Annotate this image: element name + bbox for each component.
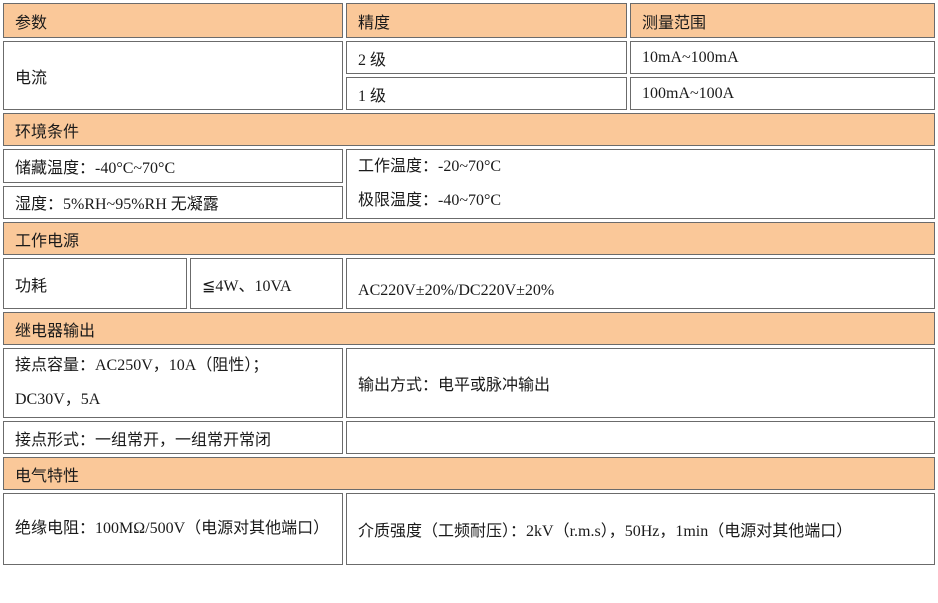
header-accuracy: 精度: [346, 3, 628, 38]
contact-capacity-line-2: DC30V，5A: [15, 391, 101, 408]
spec-table: 参数 精度 测量范围 电流 2 级 10mA~100mA 1 级 100mA~1…: [0, 0, 938, 568]
header-range: 测量范围: [630, 3, 936, 38]
output-mode: 输出方式：电平或脉冲输出: [346, 348, 936, 418]
relay-row-2: 接点形式：一组常开，一组常开常闭: [3, 421, 936, 454]
power-label: 功耗: [3, 258, 187, 309]
storage-temperature: 储藏温度：-40°C~70°C: [3, 149, 344, 183]
relay-section-row: 继电器输出: [3, 312, 936, 345]
electrical-row: 绝缘电阻：100MΩ/500V（电源对其他端口） 介质强度（工频耐压）：2kV（…: [3, 493, 936, 565]
power-section-row: 工作电源: [3, 222, 936, 255]
header-row: 参数 精度 测量范围: [3, 3, 936, 38]
electrical-section-row: 电气特性: [3, 457, 936, 490]
relay-row-1: 接点容量：AC250V，10A（阻性）； DC30V，5A 输出方式：电平或脉冲…: [3, 348, 936, 418]
header-param: 参数: [3, 3, 344, 38]
contact-form: 接点形式：一组常开，一组常开常闭: [3, 421, 344, 454]
power-row: 功耗 ≦4W、10VA AC220V±20%/DC220V±20%: [3, 258, 936, 309]
current-label: 电流: [3, 41, 344, 110]
temperature-cell: 工作温度：-20~70°C 极限温度：-40~70°C: [346, 149, 936, 219]
current-accuracy-2: 1 级: [346, 77, 628, 110]
contact-capacity: 接点容量：AC250V，10A（阻性）； DC30V，5A: [3, 348, 344, 418]
environment-row-1: 储藏温度：-40°C~70°C 工作温度：-20~70°C 极限温度：-40~7…: [3, 149, 936, 219]
environment-title: 环境条件: [3, 113, 936, 146]
environment-section-row: 环境条件: [3, 113, 936, 146]
humidity: 湿度：5%RH~95%RH 无凝露: [3, 185, 344, 219]
contact-capacity-line-1: 接点容量：AC250V，10A（阻性）；: [15, 357, 269, 374]
contact-form-empty: [346, 421, 936, 454]
power-value: ≦4W、10VA: [190, 258, 344, 309]
power-title: 工作电源: [3, 222, 936, 255]
insulation-resistance: 绝缘电阻：100MΩ/500V（电源对其他端口）: [3, 493, 344, 565]
dielectric-strength: 介质强度（工频耐压）：2kV（r.m.s），50Hz，1min（电源对其他端口）: [346, 493, 936, 565]
working-temperature: 工作温度：-20~70°C: [358, 158, 502, 175]
current-range-2: 100mA~100A: [630, 77, 936, 110]
limit-temperature: 极限温度：-40~70°C: [358, 192, 502, 209]
relay-title: 继电器输出: [3, 312, 936, 345]
current-row-1: 电流 2 级 10mA~100mA: [3, 41, 936, 110]
current-range-1: 10mA~100mA: [630, 41, 936, 74]
electrical-title: 电气特性: [3, 457, 936, 490]
power-supply: AC220V±20%/DC220V±20%: [346, 258, 936, 309]
current-accuracy-1: 2 级: [346, 41, 628, 74]
